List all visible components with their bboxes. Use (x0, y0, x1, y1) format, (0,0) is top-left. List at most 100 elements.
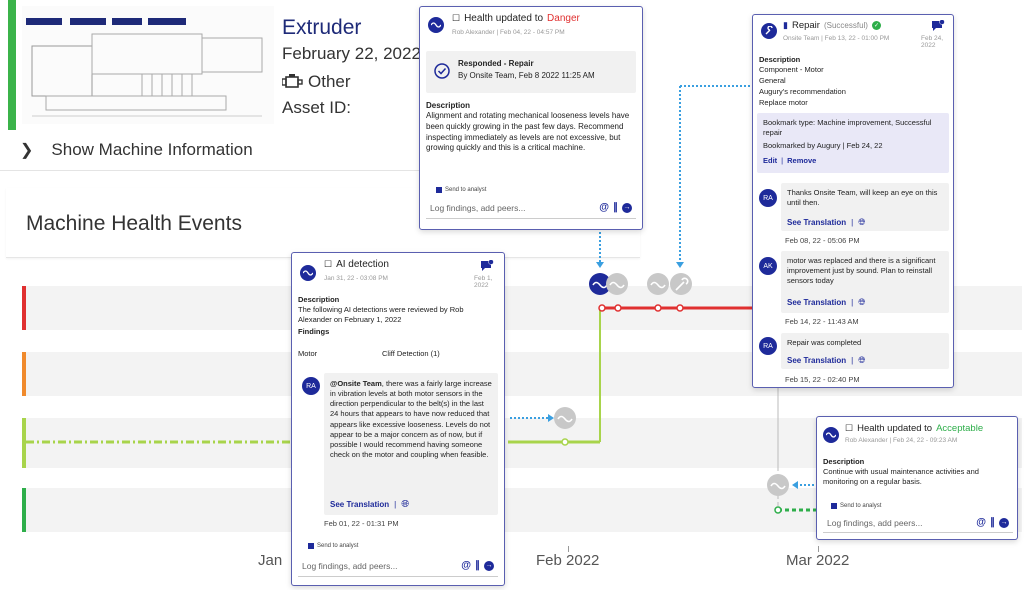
desc-line: Replace motor (759, 98, 808, 107)
bookmark-box: Bookmark type: Machine improvement, Succ… (757, 113, 949, 173)
log-placeholder: Log findings, add peers... (827, 517, 923, 528)
finding-component: Motor (298, 349, 318, 358)
remove-link[interactable]: Remove (787, 156, 816, 165)
bookmarked-by: Bookmarked by Augury | Feb 24, 22 (763, 141, 883, 150)
desc-label: Description (823, 457, 865, 466)
popup-title: ▮ Repair (Successful) ✓ (783, 20, 881, 31)
see-translation-link[interactable]: See Translation (330, 500, 389, 509)
desc-label: Description (759, 55, 801, 64)
popup-ai-detection: ☐ AI detection Jan 31, 22 - 03:08 PM Feb… (291, 252, 505, 586)
title-prefix: Health updated to (857, 423, 933, 434)
timeline-label-feb: Feb 2022 (536, 552, 600, 569)
popup-meta: Rob Alexander | Feb 04, 22 - 04:57 PM (452, 29, 565, 36)
comment-time: Feb 08, 22 - 05:06 PM (785, 236, 860, 245)
popup-title: ☐ AI detection (324, 259, 389, 270)
desc-line: General (759, 76, 786, 85)
comment-text: @Onsite Team, there was a fairly large i… (330, 379, 494, 460)
translation-row: See Translation | 🌐︎ (787, 355, 866, 366)
globe-icon[interactable]: 🌐︎ (858, 297, 865, 308)
translation-row: See Translation | 🌐︎ (330, 499, 410, 510)
status-danger: Danger (547, 13, 580, 24)
attach-icon[interactable]: ∥ (990, 517, 995, 528)
mention-icon[interactable]: @ (976, 517, 986, 528)
translation-row: See Translation | 🌐︎ (787, 217, 866, 228)
timeline-label-mar: Mar 2022 (786, 552, 850, 569)
globe-icon[interactable]: 🌐︎ (858, 217, 865, 228)
see-translation-link[interactable]: See Translation (787, 218, 846, 227)
send-to-analyst[interactable]: Send to analyst (308, 543, 358, 549)
comment-text: Thanks Onsite Team, will keep an eye on … (787, 188, 938, 208)
wrench-icon (761, 23, 777, 39)
checkbox[interactable] (831, 503, 837, 509)
augury-logo-icon (823, 427, 839, 443)
bookmark-icon: ☐ (452, 13, 461, 23)
finding-detection: Cliff Detection (1) (382, 349, 440, 358)
mention-icon[interactable]: @ (461, 560, 471, 571)
log-findings-input[interactable]: Log findings, add peers... @ ∥ → (823, 513, 1013, 533)
title-text: Repair (791, 20, 820, 31)
globe-icon[interactable]: 🌐︎ (858, 355, 865, 366)
comment-text: Repair was completed (787, 338, 862, 347)
attach-icon[interactable]: ∥ (475, 560, 480, 571)
comment-box: @Onsite Team, there was a fairly large i… (324, 373, 498, 515)
translation-row: See Translation | 🌐︎ (787, 297, 866, 308)
send-label: Send to analyst (840, 503, 882, 509)
see-translation-link[interactable]: See Translation (787, 356, 846, 365)
comment-mention: @Onsite Team (330, 379, 382, 388)
comment-time: Feb 14, 22 - 11:43 AM (785, 317, 859, 326)
comment-box: Repair was completed See Translation | 🌐… (781, 333, 949, 369)
comment-box: motor was replaced and there is a signif… (781, 251, 949, 313)
checkbox[interactable] (436, 187, 442, 193)
repair-status: (Successful) (823, 21, 868, 30)
popup-health-acceptable: ☐ Health updated to Acceptable Rob Alexa… (816, 416, 1018, 540)
comment-time: Feb 15, 22 - 02:40 PM (785, 375, 860, 384)
attach-icon[interactable]: ∥ (613, 202, 618, 213)
bookmark-icon: ☐ (324, 259, 333, 269)
send-to-analyst[interactable]: Send to analyst (831, 503, 881, 509)
comment-body: , there was a fairly large increase in v… (330, 379, 492, 459)
send-icon[interactable]: → (999, 517, 1009, 528)
send-icon[interactable]: → (484, 560, 494, 571)
avatar: RA (759, 337, 777, 355)
popup-title: ☐ Health updated to Acceptable (845, 423, 983, 434)
findings-label: Findings (298, 327, 330, 336)
popup-meta: Onsite Team | Feb 13, 22 - 01:00 PM (783, 35, 890, 42)
desc-line: Augury's recommendation (759, 87, 846, 96)
send-label: Send to analyst (317, 543, 359, 549)
popup-title: ☐ Health updated to Danger (452, 13, 580, 24)
send-icon[interactable]: → (622, 202, 632, 213)
comment-time: Feb 01, 22 - 01:31 PM (324, 519, 399, 528)
see-translation-link[interactable]: See Translation (787, 298, 846, 307)
send-label: Send to analyst (445, 187, 487, 193)
edit-link[interactable]: Edit (763, 156, 777, 165)
popup-meta: Jan 31, 22 - 03:08 PM (324, 275, 388, 282)
augury-logo-icon (300, 265, 316, 281)
desc-line: Component - Motor (759, 65, 824, 74)
desc-text: Alignment and rotating mechanical loosen… (426, 111, 630, 153)
responded-title: Responded - Repair (458, 59, 534, 68)
title-text: AI detection (336, 259, 389, 270)
responded-by: By Onsite Team, Feb 8 2022 11:25 AM (458, 71, 595, 80)
send-to-analyst[interactable]: Send to analyst (436, 187, 486, 193)
bookmark-filled-icon: ▮ (783, 20, 788, 30)
comment-box: Thanks Onsite Team, will keep an eye on … (781, 183, 949, 231)
avatar: RA (759, 189, 777, 207)
title-prefix: Health updated to (464, 13, 544, 24)
mention-icon[interactable]: @ (599, 202, 609, 213)
log-findings-input[interactable]: Log findings, add peers... @ ∥ → (298, 555, 498, 577)
desc-text: The following AI detections were reviewe… (298, 305, 464, 325)
globe-icon[interactable]: 🌐︎ (401, 499, 409, 510)
timeline-label-jan: Jan (258, 552, 283, 569)
checkbox[interactable] (308, 543, 314, 549)
bookmark-icon: ☐ (845, 423, 854, 433)
check-circle-icon (434, 63, 450, 84)
bookmark-actions: Edit | Remove (763, 156, 817, 165)
log-placeholder: Log findings, add peers... (430, 202, 526, 213)
avatar: RA (302, 377, 320, 395)
log-placeholder: Log findings, add peers... (302, 560, 398, 571)
popup-meta: Rob Alexander | Feb 24, 22 - 09:23 AM (845, 437, 958, 444)
log-findings-input[interactable]: Log findings, add peers... @ ∥ → (426, 197, 636, 219)
responded-box: Responded - Repair By Onsite Team, Feb 8… (426, 51, 636, 93)
popup-repair: ▮ Repair (Successful) ✓ Onsite Team | Fe… (752, 14, 954, 388)
desc-label: Description (298, 295, 340, 304)
